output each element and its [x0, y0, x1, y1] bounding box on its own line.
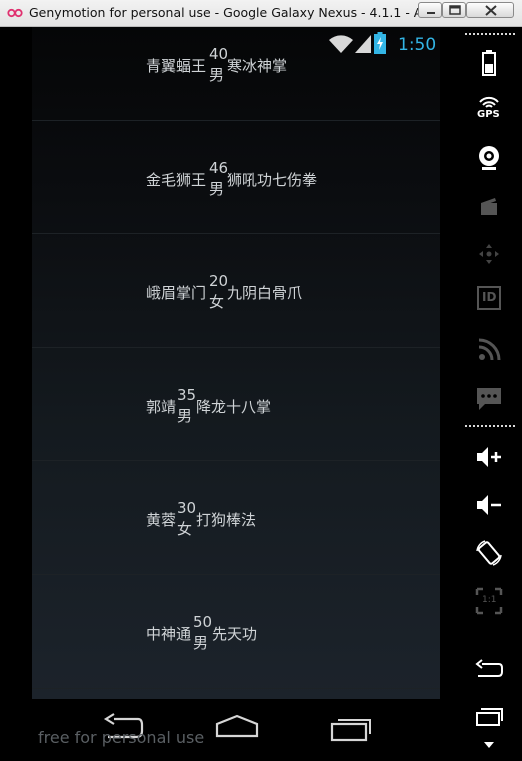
volume-down-icon[interactable]: [473, 489, 505, 521]
hero-age: 20: [209, 272, 229, 291]
hero-skill: 降龙十八掌: [196, 397, 272, 416]
hero-age: 35: [177, 385, 197, 404]
hero-sex: 女: [209, 293, 225, 312]
home-icon[interactable]: [215, 714, 259, 738]
hero-skill: 九阴白骨爪: [227, 284, 303, 303]
list-item[interactable]: 金毛狮王 46 男 狮吼功七伤拳: [32, 121, 440, 235]
recent-apps-icon[interactable]: [330, 714, 372, 742]
genymotion-logo-icon: [7, 8, 23, 18]
battery-icon[interactable]: [473, 47, 505, 79]
battery-charging-icon: [374, 32, 386, 54]
list-item[interactable]: 中神通 50 男 先天功: [32, 575, 440, 689]
list-item[interactable]: 郭靖 35 男 降龙十八掌: [32, 348, 440, 462]
hero-name: 峨眉掌门: [146, 284, 207, 303]
maximize-button[interactable]: [442, 2, 466, 18]
status-time: 1:50: [398, 35, 437, 55]
hero-skill: 狮吼功七伤拳: [227, 170, 318, 189]
hero-name: 金毛狮王: [146, 170, 207, 189]
id-label: ID: [482, 290, 497, 304]
minimize-button[interactable]: [418, 2, 442, 18]
wifi-icon: [329, 35, 353, 53]
status-bar: 1:50: [32, 27, 440, 61]
video-capture-icon[interactable]: [473, 190, 505, 222]
hero-name: 中神通: [146, 624, 192, 643]
hero-age: 46: [209, 158, 229, 177]
menu-icon[interactable]: [473, 701, 505, 733]
window-title: Genymotion for personal use - Google Gal…: [29, 5, 440, 20]
hero-sex: 女: [177, 520, 193, 539]
hero-list[interactable]: 青翼蝠王 40 男 寒冰神掌 金毛狮王 46 男 狮吼功七伤拳 峨眉掌门 20 …: [32, 27, 440, 689]
minimize-icon: [427, 12, 435, 14]
pixel-perfect-icon[interactable]: 1:1: [473, 585, 505, 617]
list-item[interactable]: 黄蓉 30 女 打狗棒法: [32, 461, 440, 575]
rotate-icon[interactable]: [473, 537, 505, 569]
back-icon[interactable]: [473, 654, 505, 686]
hero-age: 50: [193, 612, 213, 631]
maximize-icon: [449, 5, 461, 15]
hero-skill: 打狗棒法: [196, 511, 257, 530]
gps-label: GPS: [477, 109, 500, 120]
hero-sex: 男: [177, 406, 193, 425]
hero-skill: 先天功: [212, 624, 258, 643]
scale-label: 1:1: [482, 595, 497, 605]
android-screen[interactable]: 1:50 青翼蝠王 40 男 寒冰神掌 金毛狮王 46 男 狮吼功七伤拳 峨眉掌…: [32, 27, 440, 699]
watermark: free for personal use: [38, 728, 205, 747]
hero-sex: 男: [209, 179, 225, 198]
hero-sex: 男: [193, 633, 209, 652]
close-icon: [485, 5, 497, 16]
dpad-icon[interactable]: [473, 238, 505, 270]
webcam-icon[interactable]: [473, 142, 505, 174]
hero-sex: 男: [209, 66, 225, 84]
separator: [465, 425, 515, 427]
hero-name: 黄蓉: [146, 511, 177, 530]
hero-age: 30: [177, 499, 197, 518]
sms-icon[interactable]: [473, 382, 505, 414]
close-button[interactable]: [466, 2, 514, 18]
signal-icon: [355, 35, 371, 53]
rss-icon[interactable]: [473, 334, 505, 366]
id-icon[interactable]: ID: [477, 286, 501, 310]
window-title-bar[interactable]: Genymotion for personal use - Google Gal…: [0, 0, 522, 27]
more-arrow-icon[interactable]: [483, 741, 495, 749]
separator: [465, 33, 515, 35]
hero-name: 郭靖: [146, 397, 177, 416]
volume-up-icon[interactable]: [473, 441, 505, 473]
list-item[interactable]: 峨眉掌门 20 女 九阴白骨爪: [32, 234, 440, 348]
gps-icon[interactable]: GPS: [473, 95, 505, 127]
genymotion-sidebar: GPS ID 1:1: [463, 27, 522, 761]
